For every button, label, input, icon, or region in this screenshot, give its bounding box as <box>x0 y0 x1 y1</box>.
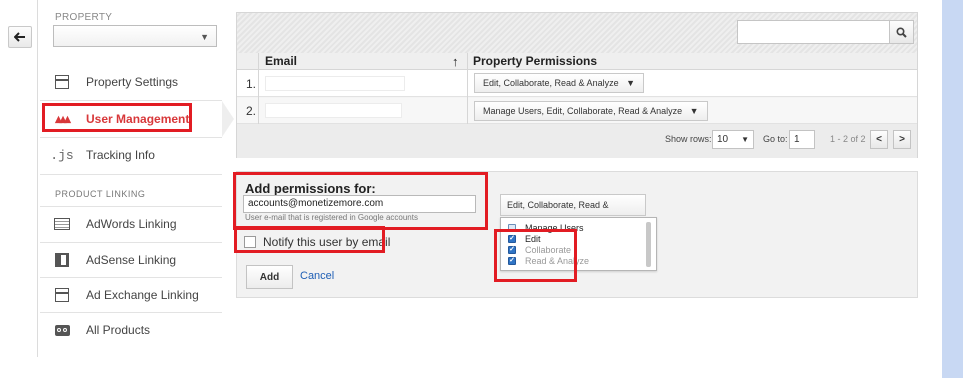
cancel-link[interactable]: Cancel <box>300 270 334 282</box>
column-separator <box>258 53 259 124</box>
product-linking-heading: PRODUCT LINKING <box>55 189 146 199</box>
chevron-down-icon: ▼ <box>689 106 699 116</box>
sidebar-item-label: Ad Exchange Linking <box>86 288 199 302</box>
goto-label: Go to: <box>763 134 788 144</box>
options-scrollbar[interactable] <box>646 222 651 267</box>
property-label: PROPERTY <box>55 12 113 23</box>
row-permissions-dropdown[interactable]: Edit, Collaborate, Read & Analyze ▼ <box>474 73 645 93</box>
column-separator <box>467 53 468 124</box>
sidebar-item-label: AdSense Linking <box>86 253 177 267</box>
search-icon <box>896 26 907 38</box>
property-select[interactable]: ▼ <box>53 25 217 47</box>
sort-arrow-icon[interactable]: ↑ <box>452 53 459 70</box>
table-footer <box>237 124 917 158</box>
sidebar-item-property-settings[interactable]: Property Settings <box>40 64 222 100</box>
highlight-notify <box>234 226 385 253</box>
search-input[interactable] <box>737 20 890 44</box>
row-permissions-value: Manage Users, Edit, Collaborate, Read & … <box>483 106 683 116</box>
chevron-down-icon: ▼ <box>626 78 636 88</box>
row-permissions-dropdown[interactable]: Manage Users, Edit, Collaborate, Read & … <box>474 101 708 121</box>
column-header-email[interactable]: Email <box>265 53 297 70</box>
add-button[interactable]: Add <box>246 265 293 289</box>
chevron-right-icon: > <box>899 134 905 145</box>
card-icon <box>54 217 70 231</box>
js-icon: .js <box>50 147 74 163</box>
row-number: 1. <box>246 77 257 91</box>
sidebar-item-tracking-info[interactable]: .js Tracking Info <box>40 137 222 173</box>
highlight-user-management <box>42 103 192 132</box>
page-scrollbar[interactable] <box>942 0 963 378</box>
sidebar-item-adwords-linking[interactable]: AdWords Linking <box>40 206 222 242</box>
sidebar-divider <box>40 174 222 175</box>
row-email <box>265 76 405 91</box>
back-arrow-icon <box>14 32 25 42</box>
column-header-permissions[interactable]: Property Permissions <box>473 53 597 70</box>
link-icon <box>54 323 70 337</box>
chevron-left-icon: < <box>876 134 882 145</box>
row-number: 2. <box>246 104 257 118</box>
sidebar-item-all-products[interactable]: All Products <box>40 312 222 348</box>
sidebar-item-label: AdWords Linking <box>86 217 177 231</box>
chevron-down-icon: ▼ <box>741 135 749 144</box>
sidebar-item-label: All Products <box>86 323 151 337</box>
highlight-email-section <box>233 172 488 230</box>
back-button[interactable] <box>8 26 32 48</box>
highlight-permission-checkboxes <box>494 229 577 282</box>
show-rows-select[interactable]: 10 ▼ <box>712 130 754 149</box>
page-icon <box>54 75 70 89</box>
goto-input[interactable]: 1 <box>789 130 815 149</box>
chevron-down-icon: ▼ <box>200 32 209 42</box>
row-email <box>265 103 402 118</box>
previous-page-button[interactable]: < <box>870 130 888 149</box>
sidebar-item-label: Property Settings <box>86 75 179 89</box>
sidebar-item-label: Tracking Info <box>86 148 155 162</box>
page-icon <box>54 288 70 302</box>
row-permissions-value: Edit, Collaborate, Read & Analyze <box>483 78 619 88</box>
sidebar-item-adsense-linking[interactable]: AdSense Linking <box>40 242 222 278</box>
rail-divider <box>37 0 38 357</box>
show-rows-value: 10 <box>717 134 729 145</box>
pagination-range: 1 - 2 of 2 <box>830 134 866 144</box>
permissions-dropdown[interactable]: Edit, Collaborate, Read & Analyze ▼ <box>500 194 646 230</box>
show-rows-label: Show rows: <box>665 134 712 144</box>
sidebar-item-ad-exchange-linking[interactable]: Ad Exchange Linking <box>40 277 222 313</box>
next-page-button[interactable]: > <box>893 130 911 149</box>
active-pointer <box>222 101 234 137</box>
adsense-icon <box>54 253 70 267</box>
search-button[interactable] <box>889 20 914 44</box>
